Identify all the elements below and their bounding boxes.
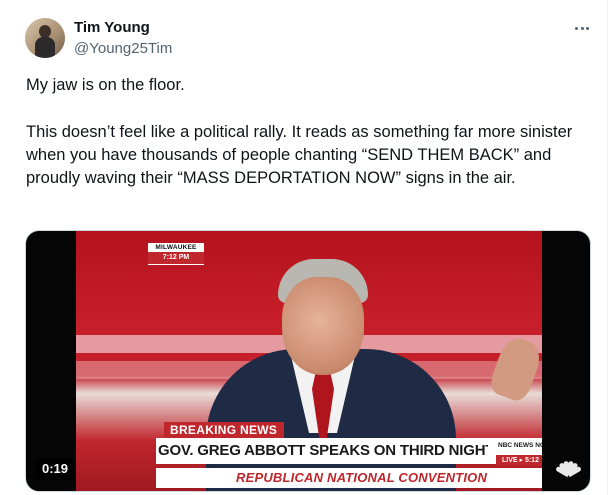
author-name[interactable]: Tim Young [74, 19, 150, 36]
convention-banner: REPUBLICAN NATIONAL CONVENTION [236, 470, 488, 485]
video-duration: 0:19 [36, 458, 75, 480]
live-badge: LIVE ▸ 5:12 [496, 455, 542, 466]
headline: GOV. GREG ABBOTT SPEAKS ON THIRD NIGHT O… [158, 442, 488, 459]
location-city: MILWAUKEE [148, 243, 204, 252]
network-label: NBC NEWS NOW. [498, 442, 542, 449]
avatar[interactable] [25, 18, 65, 58]
video-player[interactable]: MILWAUKEE 7:12 PM BREAKING NEWS GOV. GRE… [25, 230, 591, 492]
tweet-text-line1: My jaw is on the floor. [26, 76, 185, 94]
nbc-peacock-icon [554, 453, 584, 487]
tweet: Tim Young @Young25Tim My jaw is on the f… [0, 0, 608, 495]
breaking-news-label: BREAKING NEWS [164, 422, 284, 438]
tweet-text-body: This doesn’t feel like a political rally… [26, 123, 573, 187]
location-bug: MILWAUKEE 7:12 PM [148, 243, 204, 265]
more-horizontal-icon [575, 26, 578, 30]
author-handle[interactable]: @Young25Tim [74, 40, 172, 57]
video-frame: MILWAUKEE 7:12 PM BREAKING NEWS GOV. GRE… [76, 231, 542, 491]
location-time: 7:12 PM [148, 252, 204, 264]
more-options-button[interactable] [572, 20, 592, 36]
